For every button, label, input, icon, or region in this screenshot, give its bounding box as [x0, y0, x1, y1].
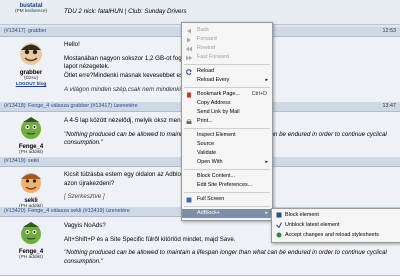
user-rank: (PH addikt)	[19, 255, 43, 260]
rewind-icon	[186, 46, 192, 52]
menu-label: Copy Address	[197, 100, 231, 106]
menu-label: Inspect Element	[197, 132, 236, 138]
menu-back[interactable]: Back	[182, 26, 272, 35]
unblock-icon	[276, 222, 282, 229]
post-author-link[interactable]: Fenge_4 válasza sekli (#13419) üzenetére	[28, 207, 130, 216]
menu-label: Block element	[285, 212, 319, 218]
menu-fast-forward[interactable]: Fast Forward	[182, 53, 272, 62]
post-id-link[interactable]: (#13418)	[4, 102, 26, 111]
menu-unblock-latest[interactable]: Unblock latest element	[272, 220, 400, 230]
menu-separator	[184, 169, 270, 170]
menu-block-content[interactable]: Block Content...	[182, 172, 272, 181]
post-author-link[interactable]: grabber	[28, 27, 47, 36]
adblock-submenu: Block element Unblock latest element Acc…	[271, 208, 400, 243]
menu-label: Print...	[197, 118, 213, 124]
menu-shortcut: Ctrl+D	[251, 91, 267, 97]
post-id-link[interactable]: (#13417)	[4, 27, 26, 36]
menu-separator	[184, 64, 270, 65]
menu-label: Send Link by Mail	[197, 109, 240, 115]
top-user: bustatal (PM kedvence)	[2, 2, 60, 14]
menu-separator	[184, 192, 270, 193]
menu-separator	[184, 87, 270, 88]
menu-label: Reload	[197, 68, 215, 74]
menu-label: AdBlock+	[197, 210, 220, 216]
submenu-arrow-icon: ▸	[265, 210, 268, 216]
menu-open-with[interactable]: Open With ▸	[182, 158, 272, 167]
accept-icon	[276, 232, 282, 238]
user-card: grabber (Dzsu) LOGOUT blog	[2, 41, 60, 86]
menu-label: Reload Every	[197, 77, 230, 83]
user-card: sekli (PH addikt)	[2, 169, 60, 209]
avatar	[21, 173, 41, 193]
menu-print[interactable]: Print...	[182, 117, 272, 126]
menu-accept-reload[interactable]: Accept changes and reload stylesheets	[272, 230, 400, 240]
fast-forward-icon	[186, 55, 192, 61]
menu-label: Block Content...	[197, 173, 236, 179]
menu-edit-site-preferences[interactable]: Edit Site Preferences...	[182, 181, 272, 190]
post-id-link[interactable]: (#13419)	[4, 157, 26, 166]
post-author-link[interactable]: sekli	[28, 157, 39, 166]
submenu-arrow-icon: ▸	[265, 77, 268, 83]
signature: TDU 2 nick: fatalHUN | Club: Sunday Driv…	[64, 8, 187, 15]
menu-label: Unblock latest element	[285, 222, 340, 228]
forward-arrow-icon	[186, 37, 192, 43]
block-icon	[276, 212, 282, 218]
menu-label: Edit Site Preferences...	[197, 182, 253, 188]
menu-label: Back	[197, 27, 209, 33]
logout-blog-link[interactable]: LOGOUT blog	[2, 81, 60, 86]
post-id-link[interactable]: (#13420)	[4, 207, 26, 216]
user-card: Fenge_4 (PH addikt)	[2, 115, 60, 155]
user-rank: (PH addikt)	[19, 150, 43, 155]
menu-label: Fast Forward	[197, 54, 229, 60]
menu-label: Rewind	[197, 45, 215, 51]
menu-forward[interactable]: Forward	[182, 35, 272, 44]
context-menu: Back Forward Rewind Fast Forward Reload …	[181, 22, 273, 221]
menu-bookmark-page[interactable]: Bookmark Page... Ctrl+D	[182, 90, 272, 99]
menu-block-element[interactable]: Block element	[272, 210, 400, 220]
back-arrow-icon	[186, 28, 192, 34]
menu-label: Source	[197, 141, 215, 147]
menu-label: Validate	[197, 150, 217, 156]
post-time: 13:47	[382, 103, 397, 109]
menu-send-link[interactable]: Send Link by Mail	[182, 108, 272, 117]
menu-validate[interactable]: Validate	[182, 149, 272, 158]
menu-copy-address[interactable]: Copy Address	[182, 99, 272, 108]
menu-separator	[184, 206, 270, 207]
post-quote: "Nothing produced can be allowed to main…	[64, 249, 387, 265]
fullscreen-icon	[186, 197, 192, 203]
menu-inspect-element[interactable]: Inspect Element	[182, 131, 272, 140]
avatar	[21, 222, 41, 244]
user-card: Fenge_4 (PH addikt)	[2, 220, 60, 260]
printer-icon	[186, 119, 192, 125]
menu-adblock-plus[interactable]: AdBlock+ ▸	[182, 209, 272, 218]
post-time: 12:53	[382, 28, 397, 34]
menu-label: Bookmark Page...	[197, 91, 240, 97]
submenu-arrow-icon: ▸	[265, 159, 268, 165]
bookmark-icon	[186, 92, 192, 98]
menu-label: Full Screen	[197, 196, 225, 202]
menu-label: Forward	[197, 36, 217, 42]
top-user-rank: (PM kedvence)	[14, 9, 48, 14]
menu-reload[interactable]: Reload	[182, 67, 272, 76]
menu-separator	[184, 128, 270, 129]
menu-source[interactable]: Source	[182, 140, 272, 149]
signature-text: TDU 2 nick: fatalHUN | Club: Sunday Driv…	[64, 8, 394, 17]
menu-label: Accept changes and reload stylesheets	[285, 232, 379, 238]
menu-reload-every[interactable]: Reload Every ▸	[182, 76, 272, 85]
menu-label: Open With	[197, 159, 223, 165]
post-author-link[interactable]: Fenge_4 válasza grabber (#13417) üzeneté…	[28, 102, 138, 111]
menu-rewind[interactable]: Rewind	[182, 44, 272, 53]
reload-icon	[186, 69, 192, 75]
menu-full-screen[interactable]: Full Screen	[182, 195, 272, 204]
avatar	[20, 43, 42, 65]
avatar	[21, 117, 41, 139]
